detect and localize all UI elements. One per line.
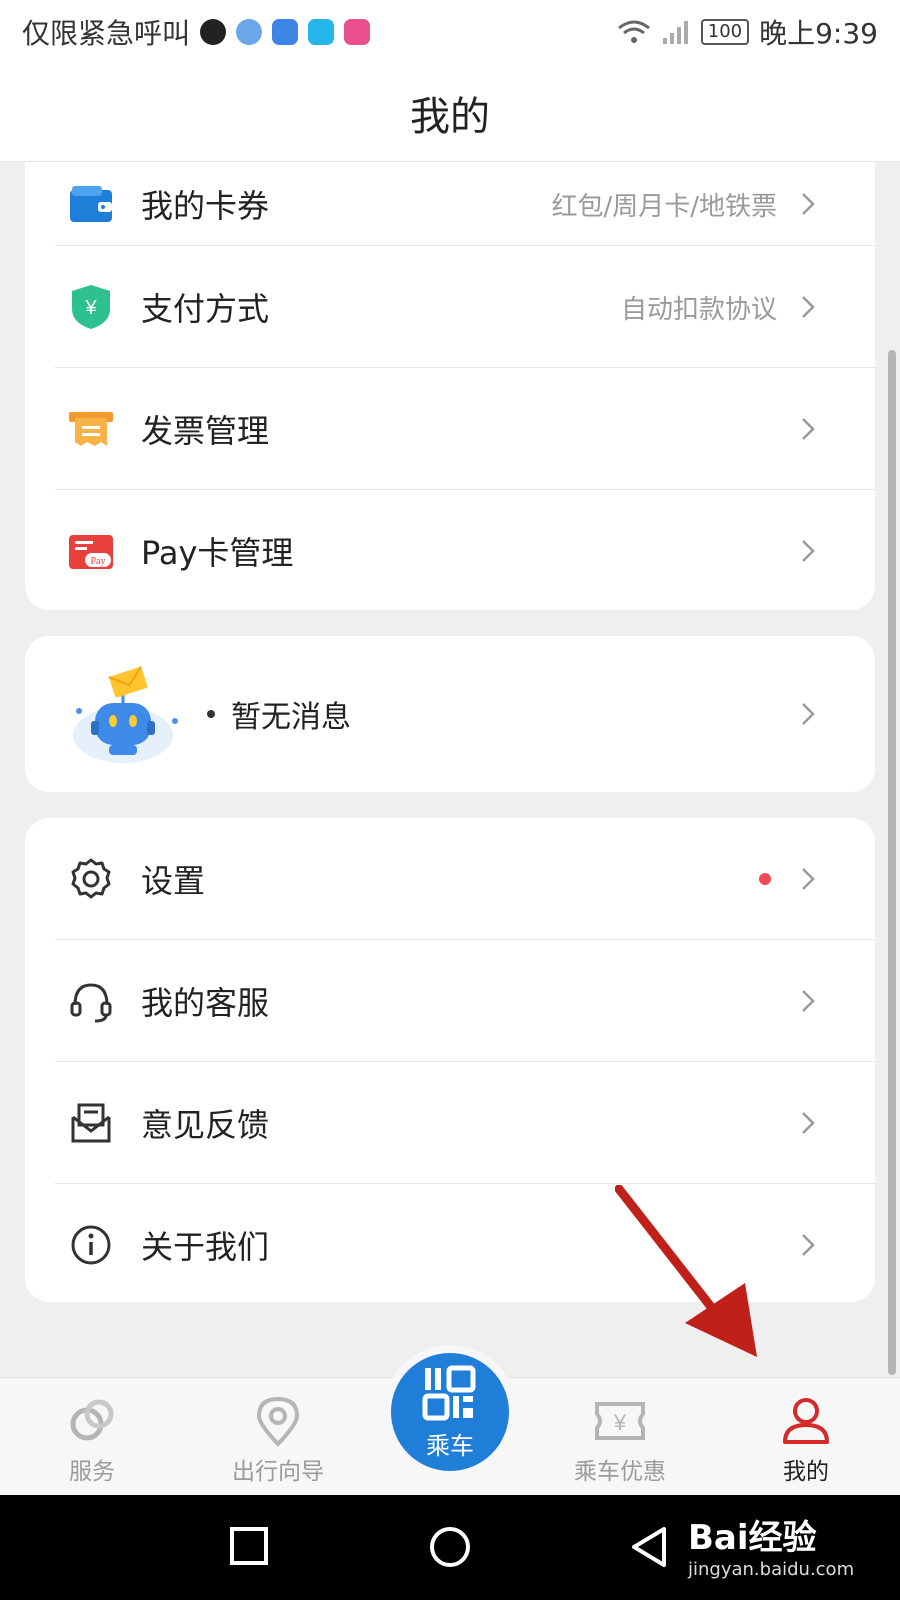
scrollbar[interactable] <box>888 350 896 1375</box>
menu-item-coupons[interactable]: 我的卡券 红包/周月卡/地铁票 <box>25 162 875 246</box>
person-icon <box>783 1398 829 1444</box>
pay-card-icon: Pay <box>67 527 115 575</box>
tab-label: 出行向导 <box>232 1459 324 1485</box>
chevron-right-icon <box>802 1234 815 1256</box>
menu-item-payment[interactable]: ¥ 支付方式 自动扣款协议 <box>25 246 875 368</box>
menu-item-label: 支付方式 <box>141 290 270 328</box>
ride-qr-button[interactable]: 乘车 <box>383 1345 517 1479</box>
chevron-right-icon <box>802 193 815 215</box>
feedback-icon <box>67 1099 115 1147</box>
invoice-icon <box>67 405 115 453</box>
signal-icon <box>662 21 688 44</box>
menu-item-label: Pay卡管理 <box>141 534 294 572</box>
menu-item-subtitle: 自动扣款协议 <box>620 294 777 325</box>
ride-button-label: 乘车 <box>426 1431 474 1460</box>
menu-item-pay-card[interactable]: Pay Pay卡管理 <box>25 490 875 610</box>
watermark-brand: Bai经验 <box>688 1518 817 1558</box>
battery-indicator: 100 <box>700 19 750 45</box>
tab-label: 乘车优惠 <box>574 1459 666 1485</box>
menu-item-label: 我的卡券 <box>141 187 270 225</box>
home-button[interactable] <box>428 1525 472 1569</box>
tab-mine[interactable]: 我的 <box>736 1394 876 1486</box>
svg-text:¥: ¥ <box>613 1410 627 1435</box>
watermark-url: jingyan.baidu.com <box>688 1559 855 1580</box>
yuan-shield-icon: ¥ <box>67 283 115 331</box>
chevron-right-icon <box>802 540 815 562</box>
location-pin-icon <box>256 1396 300 1447</box>
robot-mail-icon <box>73 666 178 763</box>
chevron-right-icon <box>802 990 815 1012</box>
account-card: 我的卡券 红包/周月卡/地铁票 ¥ 支付方式 自动扣款协议 发票管理 Pay P… <box>25 162 875 610</box>
status-bar: 仅限紧急呼叫 100 晚上9:39 <box>0 0 900 64</box>
menu-item-label: 意见反馈 <box>141 1106 270 1144</box>
menu-item-label: 我的客服 <box>141 984 270 1022</box>
menu-item-invoice[interactable]: 发票管理 <box>25 368 875 490</box>
tab-label: 服务 <box>69 1459 115 1485</box>
wallet-icon <box>67 180 115 228</box>
wifi-icon <box>617 20 650 43</box>
service-icon <box>70 1399 114 1441</box>
qr-code-icon <box>422 1365 476 1420</box>
message-row[interactable]: 暂无消息 <box>25 636 875 792</box>
chat-notification-icon <box>344 19 371 45</box>
tab-travel-guide[interactable]: 出行向导 <box>208 1394 348 1486</box>
back-button[interactable] <box>628 1525 670 1569</box>
carrier-text: 仅限紧急呼叫 <box>22 17 191 50</box>
ticket-yuan-icon: ¥ <box>595 1402 645 1440</box>
tab-label: 我的 <box>783 1459 829 1485</box>
chevron-right-icon <box>802 703 815 725</box>
chevron-right-icon <box>802 296 815 318</box>
info-icon <box>67 1221 115 1269</box>
menu-item-settings[interactable]: 设置 <box>25 818 875 940</box>
message-card[interactable]: 暂无消息 <box>25 636 875 792</box>
menu-item-subtitle: 红包/周月卡/地铁票 <box>551 191 777 222</box>
gear-icon <box>67 855 115 903</box>
bullet-dot <box>207 710 215 718</box>
menu-item-feedback[interactable]: 意见反馈 <box>25 1062 875 1184</box>
chevron-right-icon <box>802 1112 815 1134</box>
page-header: 我的 <box>0 64 900 162</box>
chevron-right-icon <box>802 868 815 890</box>
chevron-right-icon <box>802 418 815 440</box>
page-title: 我的 <box>410 93 490 140</box>
recent-apps-button[interactable] <box>228 1525 270 1567</box>
app-notification-icon <box>200 19 227 45</box>
menu-item-customer-service[interactable]: 我的客服 <box>25 940 875 1062</box>
browser-notification-icon <box>236 19 263 45</box>
menu-item-label: 设置 <box>141 862 206 900</box>
notification-badge <box>759 873 771 885</box>
message-text: 暂无消息 <box>231 700 351 735</box>
baidu-watermark: Bai经验 jingyan.baidu.com <box>688 1510 854 1580</box>
tab-service[interactable]: 服务 <box>22 1394 162 1486</box>
annotation-arrow <box>615 1185 757 1357</box>
headset-icon <box>67 977 115 1025</box>
tab-ride-discount[interactable]: ¥ 乘车优惠 <box>550 1394 690 1486</box>
eleme-notification-icon <box>308 19 335 45</box>
svg-text:¥: ¥ <box>84 297 97 319</box>
bulb-notification-icon <box>272 19 299 45</box>
svg-text:Pay: Pay <box>91 556 106 567</box>
menu-item-label: 发票管理 <box>141 412 270 450</box>
clock: 晚上9:39 <box>759 17 878 50</box>
